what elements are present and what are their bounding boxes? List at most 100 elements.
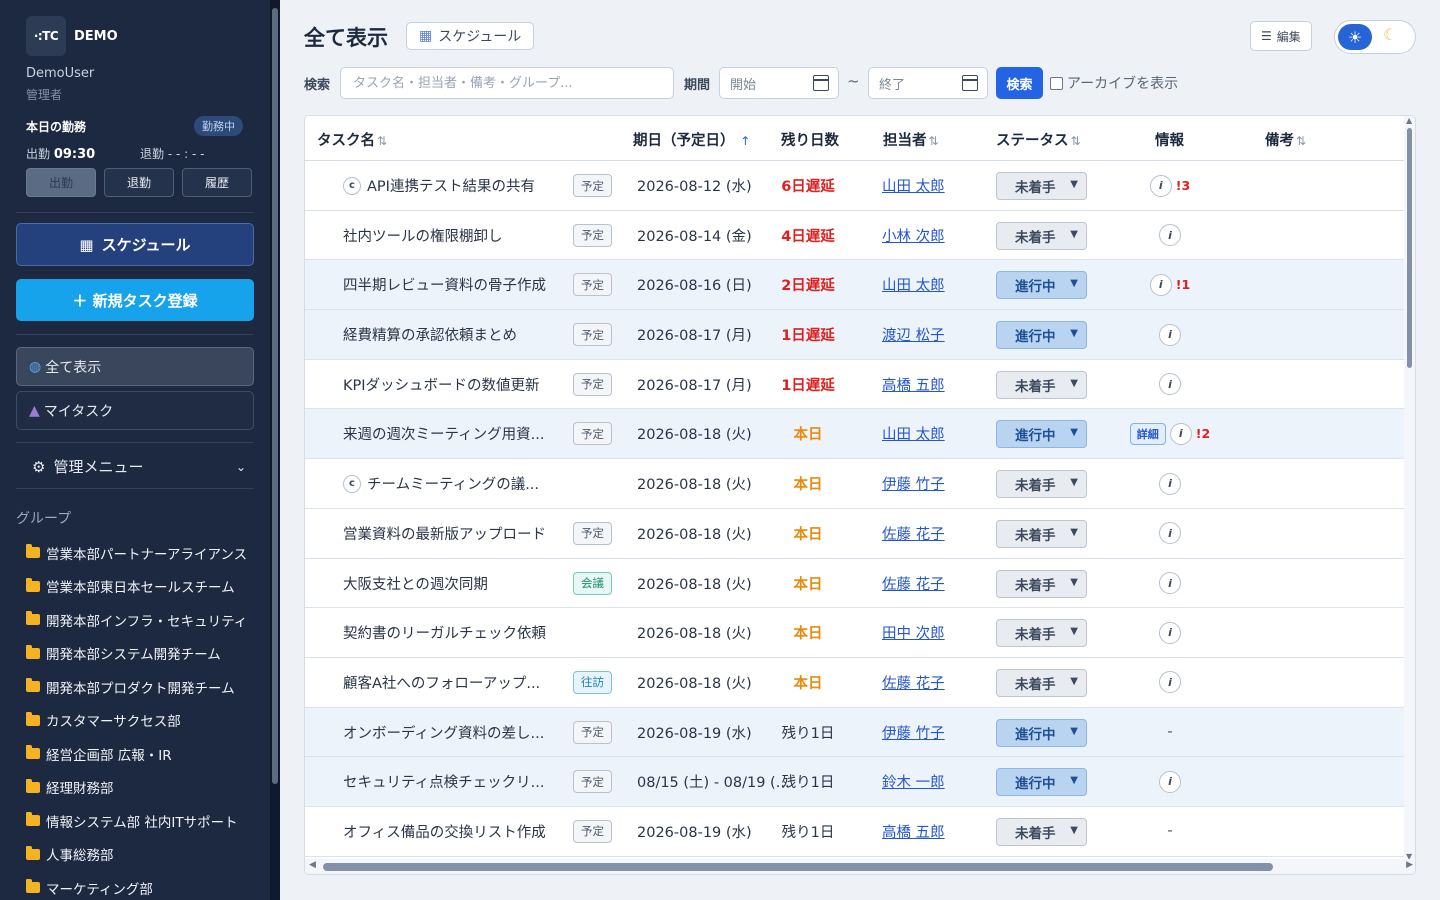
task-name-cell[interactable]: 顧客A社へのフォローアップ... [343,658,540,707]
status-select[interactable]: 未着手 ▼ [996,519,1087,548]
group-item[interactable]: 開発本部システム開発チーム [26,637,247,671]
info-icon[interactable]: i [1159,472,1181,495]
sidebar-scrollbar[interactable] [270,0,280,900]
group-item[interactable]: 経理財務部 [26,771,247,805]
task-name[interactable]: チームミーティングの議... [367,473,539,494]
task-name[interactable]: オフィス備品の交換リスト作成 [343,821,546,842]
assignee-link[interactable]: 田中 次郎 [882,608,945,657]
info-icon[interactable]: i [1159,671,1181,694]
table-row[interactable]: 営業資料の最新版アップロード 予定 2026-08-18 (火) 本日 佐藤 花子 未着手… [305,508,1405,559]
assignee-link[interactable]: 山田 太郎 [882,260,945,309]
info-icon[interactable]: i [1159,770,1181,793]
task-name-cell[interactable]: セキュリティ点検チェックリ... [343,757,544,806]
group-item[interactable]: 営業本部東日本セールスチーム [26,570,247,604]
clock-out-button[interactable]: 退勤 [104,168,174,197]
clock-in-button[interactable]: 出勤 [26,168,96,197]
status-select[interactable]: 未着手 ▼ [996,470,1087,499]
new-task-button[interactable]: ＋ 新規タスク登録 [16,279,254,321]
info-icon[interactable]: i [1159,621,1181,644]
task-name[interactable]: オンボーディング資料の差し... [343,722,544,743]
task-name-cell[interactable]: 大阪支社との週次同期 [343,559,488,608]
task-name-cell[interactable]: 来週の週次ミーティング用資... [343,409,544,458]
info-icon[interactable]: i [1169,422,1192,445]
table-row[interactable]: 経費精算の承認依頼まとめ 予定 2026-08-17 (月) 1日遅延 渡辺 松子 進行中… [305,310,1405,360]
task-name-cell[interactable]: c API連携テスト結果の共有 [343,161,535,210]
sidebar-scroll-thumb[interactable] [272,8,278,784]
scroll-left-arrow-icon[interactable]: ◀ [309,860,316,870]
sun-icon[interactable]: ☀ [1338,24,1372,50]
assignee-link[interactable]: 鈴木 一郎 [882,757,945,806]
task-name[interactable]: 四半期レビュー資料の骨子作成 [343,274,546,295]
group-item[interactable]: 人事総務部 [26,838,247,872]
end-date-input[interactable]: 終了 [868,67,988,99]
group-item[interactable]: 情報システム部 社内ITサポート [26,804,247,838]
status-select[interactable]: 未着手 ▼ [996,668,1087,697]
status-select[interactable]: 進行中 ▼ [996,768,1087,797]
table-row[interactable]: セキュリティ点検チェックリ... 予定 08/15 (土) - 08/19 (...… [305,757,1405,807]
status-select[interactable]: 進行中 ▼ [996,718,1087,747]
assignee-link[interactable]: 小林 次郎 [882,211,945,260]
info-icon[interactable]: i [1159,572,1181,594]
table-row[interactable]: c チームミーティングの議... 2026-08-18 (火) 本日 伊藤 竹子 未着手 ▼… [305,459,1405,509]
task-name-cell[interactable]: c チームミーティングの議... [343,459,539,508]
search-button[interactable]: 検索 [996,67,1043,99]
archive-checkbox[interactable] [1050,76,1063,90]
theme-toggle[interactable]: ☀ ☾ [1334,20,1416,54]
nav-my-tasks[interactable]: ▲ マイタスク [16,391,254,430]
assignee-link[interactable]: 伊藤 竹子 [882,708,945,757]
table-row[interactable]: オンボーディング資料の差し... 予定 2026-08-19 (水) 残り1日 伊藤 竹… [305,707,1405,758]
table-row[interactable]: 顧客A社へのフォローアップ... 往訪 2026-08-18 (火) 本日 佐藤 花子 未… [305,657,1405,708]
schedule-button[interactable]: ▦ スケジュール [16,223,254,266]
start-date-input[interactable]: 開始 [719,67,839,99]
sort-icon[interactable]: ⇅ [1296,134,1306,148]
status-select[interactable]: 未着手 ▼ [996,619,1087,648]
task-name-cell[interactable]: 営業資料の最新版アップロード [343,509,546,558]
group-item[interactable]: カスタマーサクセス部 [26,704,247,738]
status-select[interactable]: 進行中 ▼ [996,321,1087,350]
status-select[interactable]: 未着手 ▼ [996,817,1087,846]
info-icon[interactable]: i [1159,224,1181,247]
info-icon[interactable]: i [1149,273,1172,296]
assignee-link[interactable]: 佐藤 花子 [882,658,945,707]
info-icon[interactable]: i [1159,323,1181,346]
table-row[interactable]: 大阪支社との週次同期 会議 2026-08-18 (火) 本日 佐藤 花子 未着手 ▼ i [305,558,1405,609]
task-name-cell[interactable]: 契約書のリーガルチェック依頼 [343,608,546,657]
status-select[interactable]: 進行中 ▼ [996,271,1087,300]
column-header-task[interactable]: タスク名 ⇅ [317,129,387,150]
task-name-cell[interactable]: KPIダッシュボードの数値更新 [343,360,540,409]
info-icon[interactable]: i [1159,373,1181,396]
info-icon[interactable]: i [1159,522,1181,545]
table-row[interactable]: KPIダッシュボードの数値更新 予定 2026-08-17 (月) 1日遅延 高橋 五郎… [305,359,1405,410]
task-name[interactable]: 大阪支社との週次同期 [343,573,488,594]
assignee-link[interactable]: 山田 太郎 [882,409,945,458]
group-item[interactable]: マーケティング部 [26,871,247,900]
detail-button[interactable]: 詳細 [1129,422,1166,445]
sort-icon[interactable]: ⇅ [929,134,939,148]
table-horizontal-scrollbar[interactable]: ◀ ▶ [305,859,1415,874]
task-name[interactable]: 社内ツールの権限棚卸し [343,225,503,246]
assignee-link[interactable]: 渡辺 松子 [882,310,945,359]
scroll-right-arrow-icon[interactable]: ▶ [1406,860,1413,870]
task-name-cell[interactable]: オンボーディング資料の差し... [343,708,544,757]
task-name-cell[interactable]: オフィス備品の交換リスト作成 [343,807,546,856]
nav-all-tasks[interactable]: ◍ 全て表示 [16,347,254,386]
group-item[interactable]: 営業本部パートナーアライアンス [26,536,247,570]
task-name[interactable]: 営業資料の最新版アップロード [343,523,546,544]
group-item[interactable]: 開発本部インフラ・セキュリティ [26,603,247,637]
status-select[interactable]: 未着手 ▼ [996,172,1087,200]
sort-asc-icon[interactable]: ↑ [737,134,750,148]
assignee-link[interactable]: 佐藤 花子 [882,559,945,608]
assignee-link[interactable]: 高橋 五郎 [882,807,945,856]
calendar-icon[interactable] [962,75,978,91]
admin-menu-toggle[interactable]: ⚙ 管理メニュー ⌄ [32,456,246,477]
schedule-view-button[interactable]: ▦ スケジュール [406,22,535,50]
column-header-notes[interactable]: 備考 ⇅ [1265,129,1306,150]
table-vertical-scrollbar[interactable]: ▲ ▼ [1404,116,1415,861]
task-name-cell[interactable]: 社内ツールの権限棚卸し [343,211,503,260]
search-input[interactable] [340,67,674,99]
table-row[interactable]: 四半期レビュー資料の骨子作成 予定 2026-08-16 (日) 2日遅延 山田 太郎 進… [305,260,1405,311]
task-name[interactable]: 経費精算の承認依頼まとめ [343,324,517,345]
status-select[interactable]: 進行中 ▼ [996,420,1087,449]
edit-button[interactable]: ☰ 編集 [1250,21,1312,51]
task-name[interactable]: API連携テスト結果の共有 [367,175,535,196]
